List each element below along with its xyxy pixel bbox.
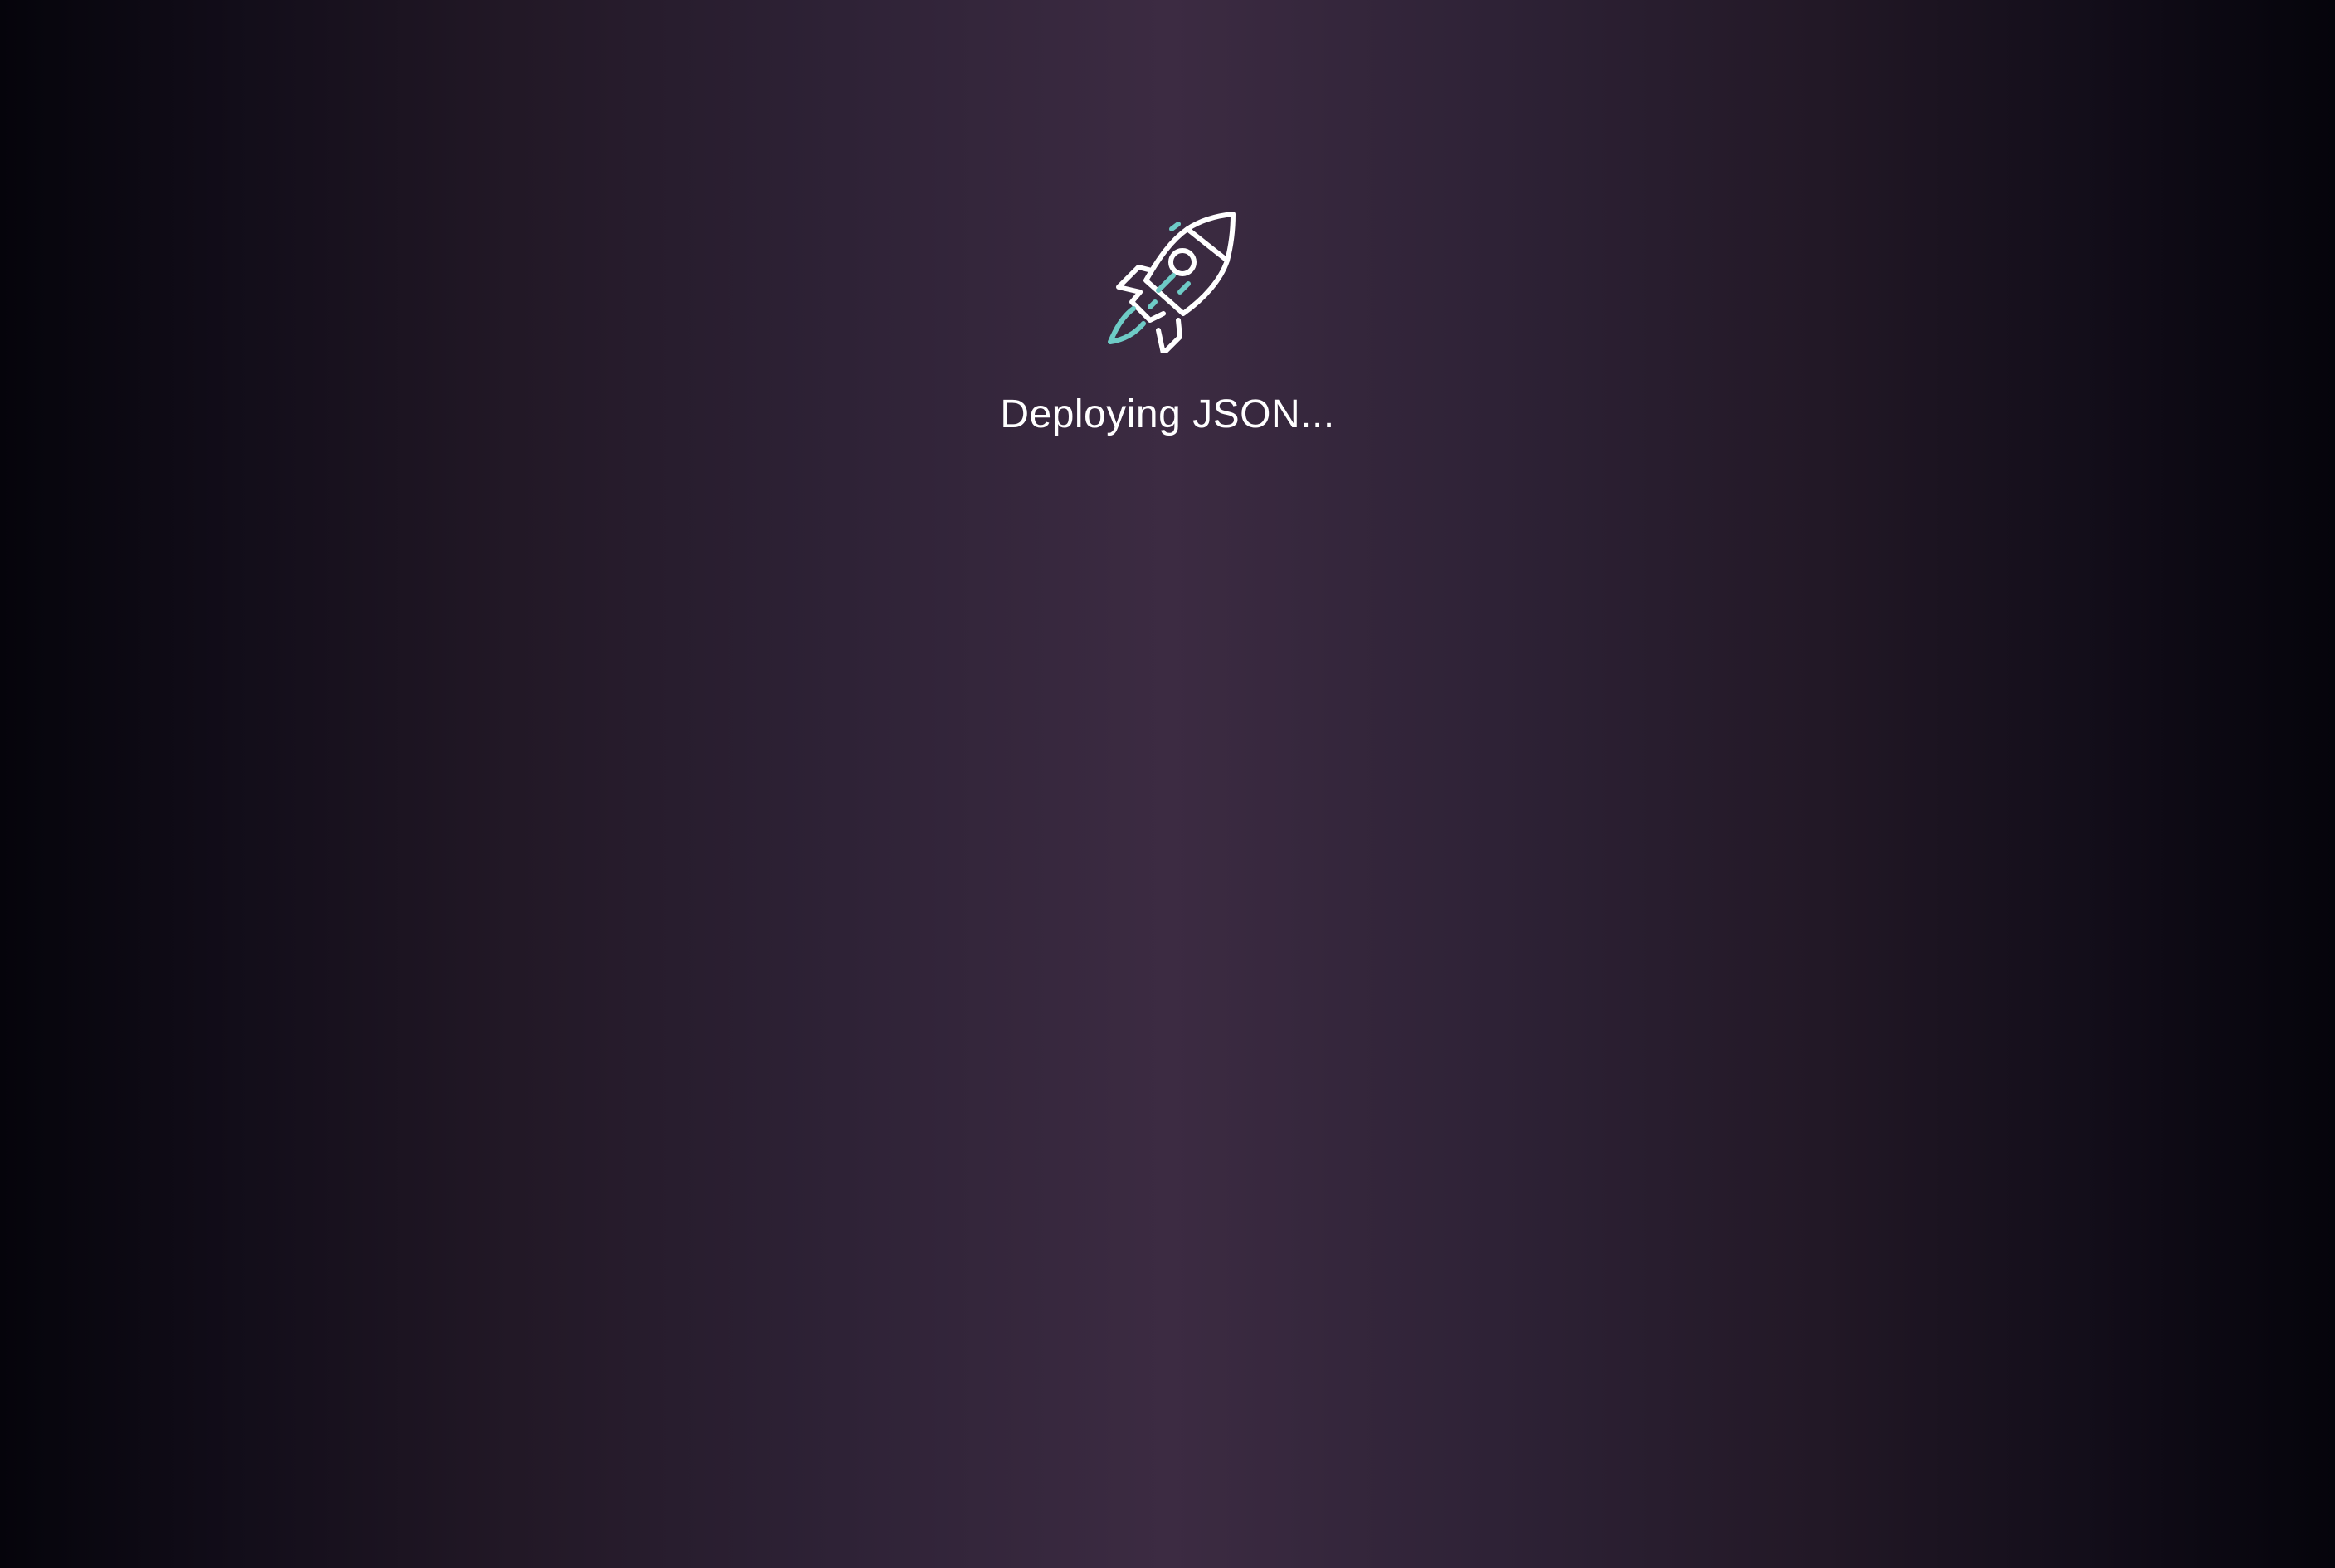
deploy-status-text: Deploying JSON... <box>1000 392 1335 436</box>
deploy-loading-screen: Deploying JSON... <box>0 0 2335 1568</box>
rocket-icon <box>1092 207 1241 356</box>
